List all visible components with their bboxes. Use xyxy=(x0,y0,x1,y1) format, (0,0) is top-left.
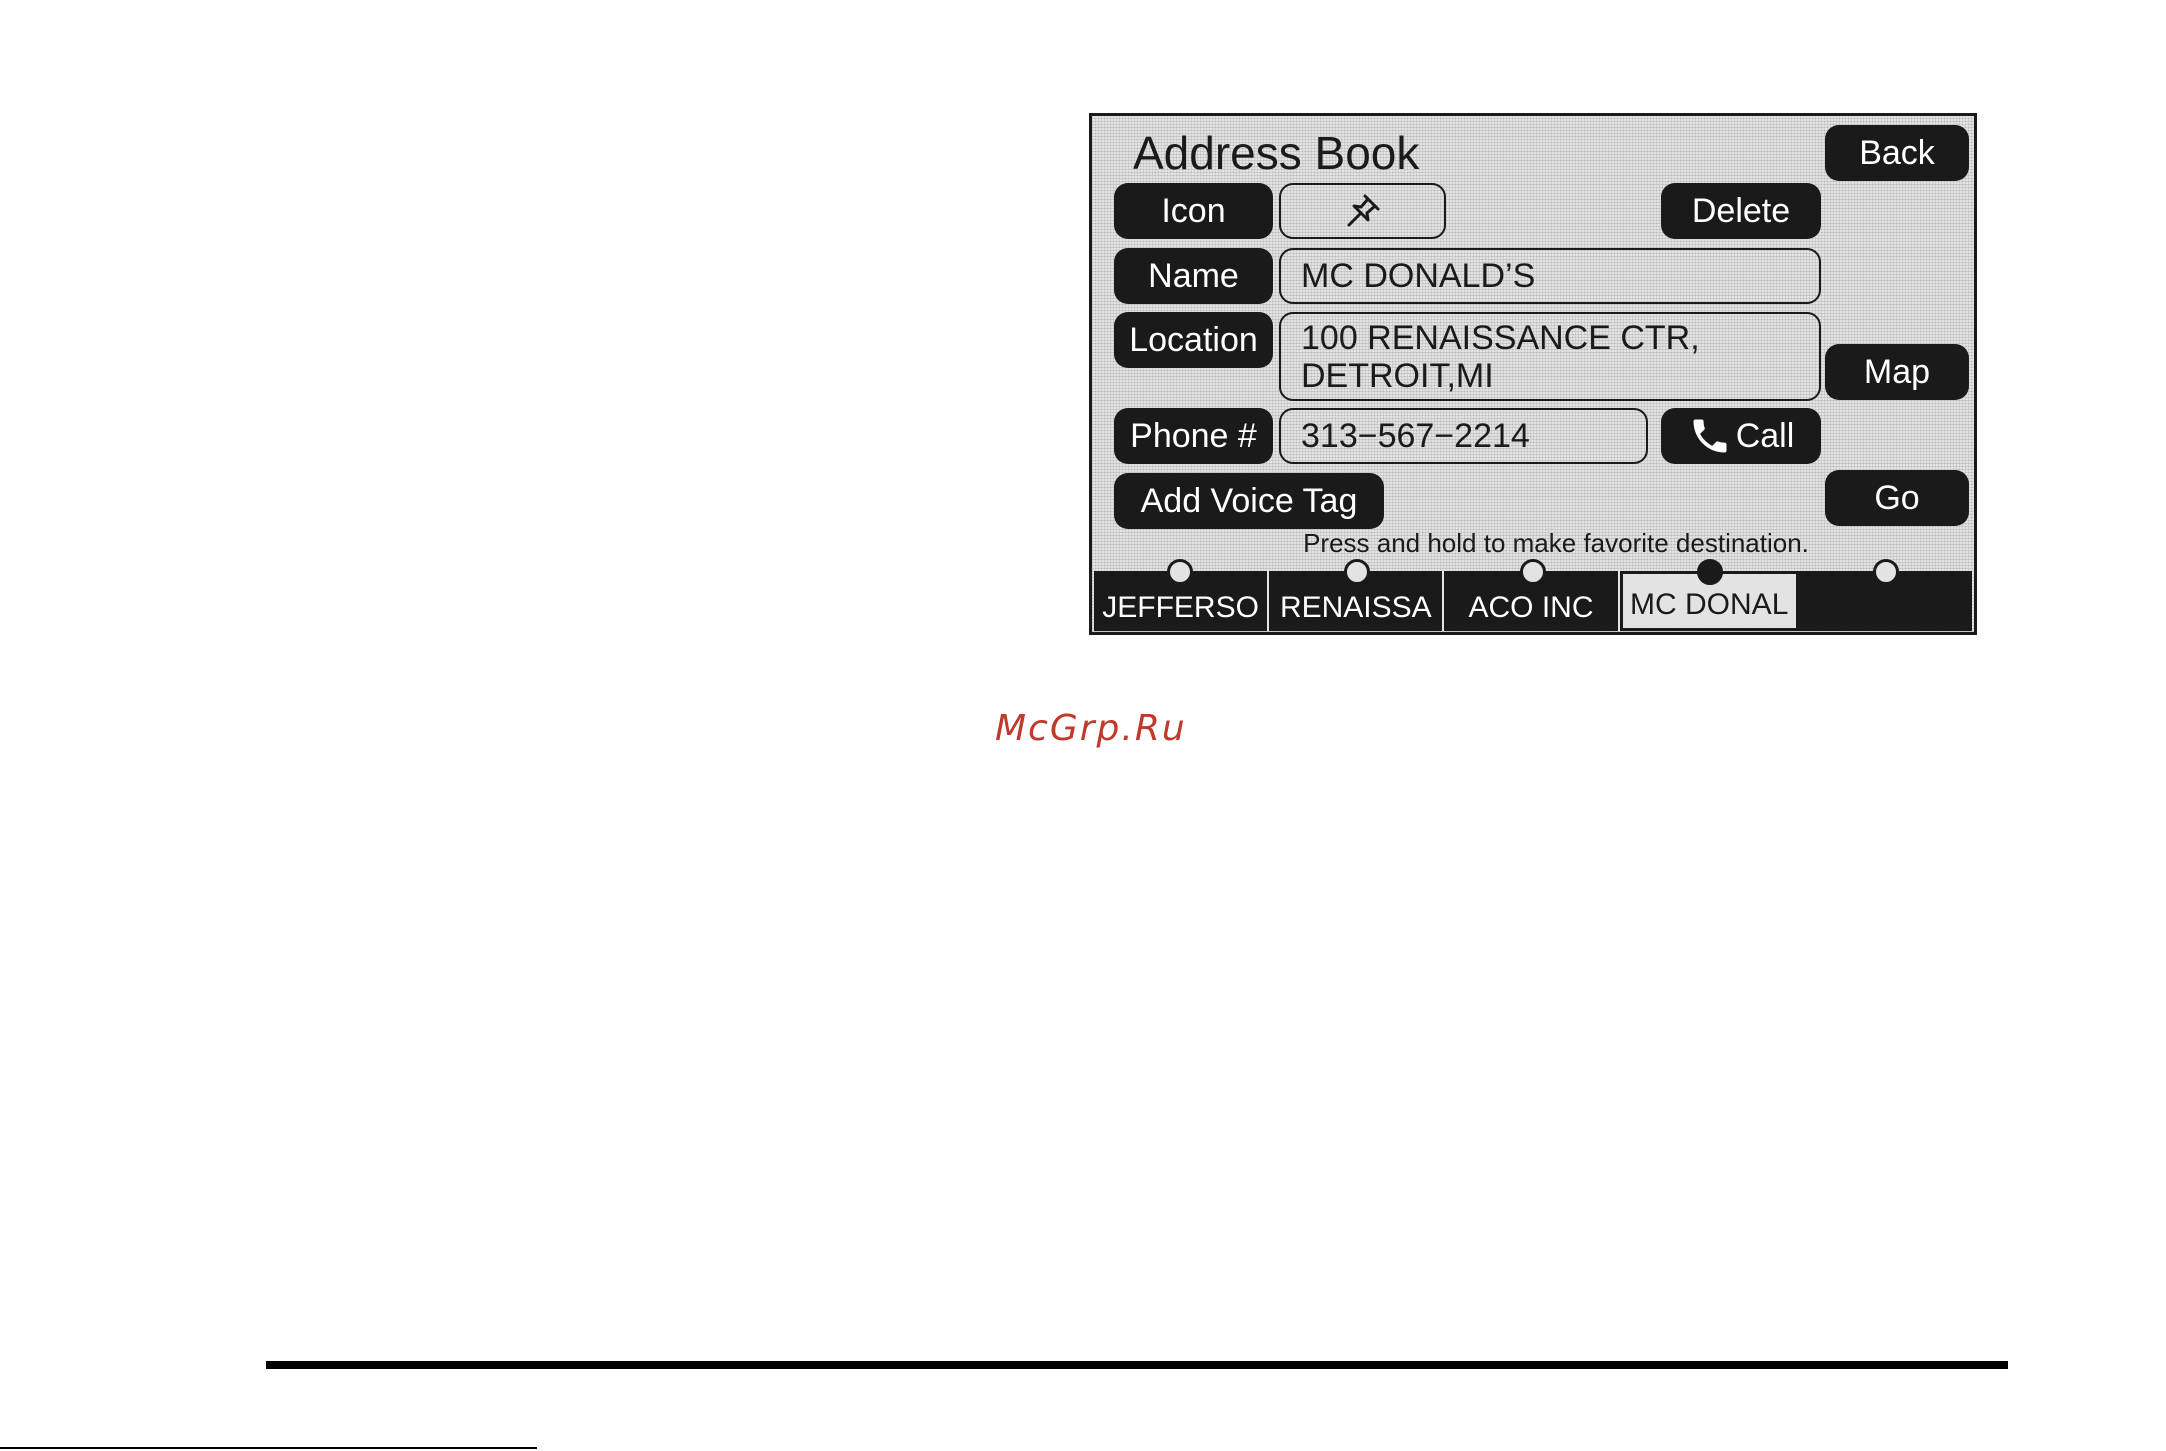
call-button[interactable]: Call xyxy=(1661,408,1821,464)
icon-button[interactable]: Icon xyxy=(1114,183,1273,239)
add-voice-tag-button[interactable]: Add Voice Tag xyxy=(1114,473,1384,529)
call-label: Call xyxy=(1735,416,1795,455)
go-button[interactable]: Go xyxy=(1825,470,1969,526)
footer-line xyxy=(0,1447,537,1449)
preset-indicator-4 xyxy=(1697,559,1723,585)
preset-indicator-2 xyxy=(1344,559,1370,585)
icon-field[interactable] xyxy=(1279,183,1446,239)
watermark: McGrp.Ru xyxy=(995,708,1187,749)
page-title: Address Book xyxy=(1133,127,1420,179)
favorite-hint: Press and hold to make favorite destinat… xyxy=(1303,528,1809,558)
phone-handset-icon xyxy=(1693,419,1727,453)
pushpin-icon xyxy=(1347,194,1379,227)
address-book-screen: Address Book Back Icon Delete Name MC DO… xyxy=(1089,113,1977,635)
name-field[interactable]: MC DONALD’S xyxy=(1279,248,1821,304)
preset-indicator-3 xyxy=(1520,559,1546,585)
location-button[interactable]: Location xyxy=(1114,312,1273,368)
location-field[interactable]: 100 RENAISSANCE CTR, DETROIT,MI xyxy=(1279,312,1821,401)
back-button[interactable]: Back xyxy=(1825,125,1969,181)
preset-indicator-5 xyxy=(1873,559,1899,585)
preset-indicator-1 xyxy=(1167,559,1193,585)
name-button[interactable]: Name xyxy=(1114,248,1273,304)
phone-button[interactable]: Phone # xyxy=(1114,408,1273,464)
location-line-1: 100 RENAISSANCE CTR, xyxy=(1301,318,1700,357)
map-button[interactable]: Map xyxy=(1825,344,1969,400)
delete-button[interactable]: Delete xyxy=(1661,183,1821,239)
location-line-2: DETROIT,MI xyxy=(1301,356,1494,395)
phone-field[interactable]: 313−567−2214 xyxy=(1279,408,1648,464)
page-divider xyxy=(266,1361,2008,1369)
